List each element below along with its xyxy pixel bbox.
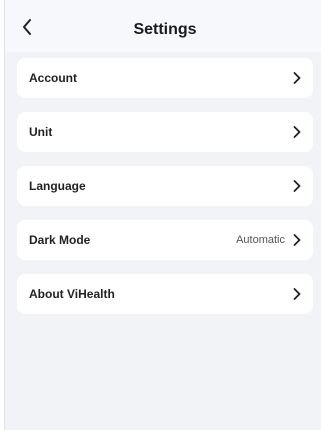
dark-mode-value: Automatic — [236, 234, 285, 246]
chevron-right-icon — [291, 125, 303, 139]
settings-item-about[interactable]: About ViHealth — [17, 274, 313, 314]
page-title: Settings — [133, 21, 197, 38]
settings-item-unit[interactable]: Unit — [17, 112, 313, 152]
settings-list: Account Unit Language Dark Mode Automati… — [5, 52, 321, 314]
chevron-right-icon — [291, 179, 303, 193]
header-bar: Settings — [5, 0, 321, 52]
settings-screen: Settings Account Unit Language Dark Mode… — [4, 0, 321, 430]
chevron-right-icon — [291, 233, 303, 247]
settings-item-dark-mode[interactable]: Dark Mode Automatic — [17, 220, 313, 260]
settings-item-label: Language — [29, 179, 86, 193]
settings-item-label: Account — [29, 71, 77, 85]
chevron-right-icon — [291, 71, 303, 85]
back-button[interactable] — [17, 16, 37, 38]
settings-item-label: Unit — [29, 125, 53, 139]
settings-item-account[interactable]: Account — [17, 58, 313, 98]
settings-item-label: Dark Mode — [29, 233, 91, 247]
settings-item-label: About ViHealth — [29, 287, 115, 301]
chevron-right-icon — [291, 287, 303, 301]
settings-item-language[interactable]: Language — [17, 166, 313, 206]
chevron-left-icon — [23, 19, 31, 35]
